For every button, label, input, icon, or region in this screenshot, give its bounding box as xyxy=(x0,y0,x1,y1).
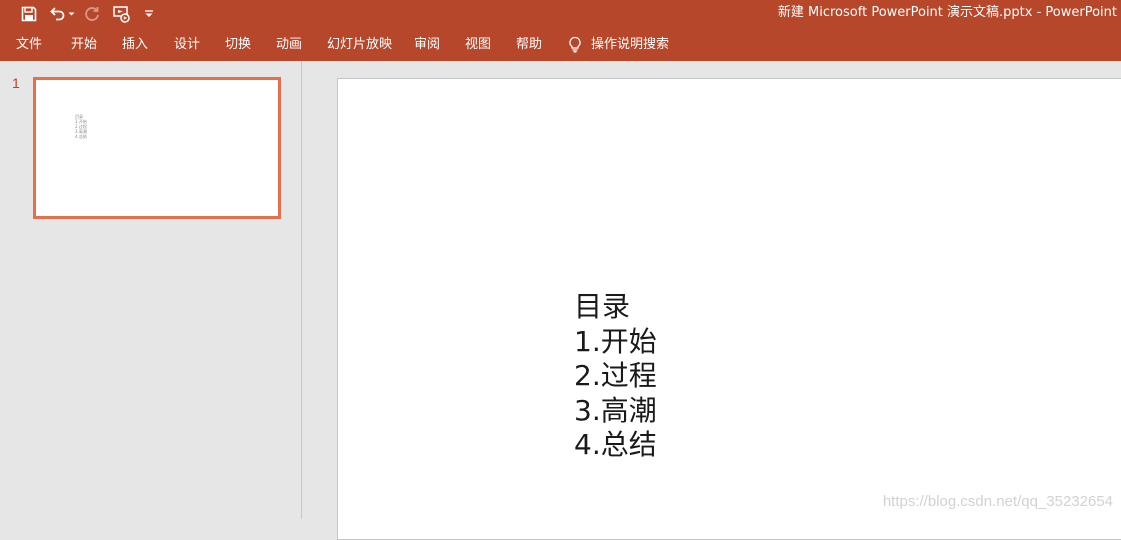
tab-view[interactable]: 视图 xyxy=(465,28,491,61)
slide-number: 1 xyxy=(12,75,20,91)
undo-button[interactable] xyxy=(48,3,76,25)
save-button[interactable] xyxy=(18,3,40,25)
tab-insert[interactable]: 插入 xyxy=(122,28,148,61)
slide-thumbnail-pane: 1 目录 1.开始 2.过程 3.高潮 4.总结 xyxy=(0,61,302,519)
start-slideshow-button[interactable] xyxy=(111,3,133,25)
slide-list-item: 4.总结 xyxy=(574,428,657,461)
slide-thumbnail[interactable]: 目录 1.开始 2.过程 3.高潮 4.总结 xyxy=(33,77,281,219)
slide-text-box[interactable]: 目录 1.开始 2.过程 3.高潮 4.总结 xyxy=(574,290,657,463)
slide-editing-area: 目录 1.开始 2.过程 3.高潮 4.总结 xyxy=(302,61,1121,540)
customize-toolbar-icon xyxy=(145,10,153,17)
tab-review[interactable]: 审阅 xyxy=(414,28,440,61)
customize-toolbar-button[interactable] xyxy=(141,3,157,25)
thumbnail-text: 目录 1.开始 2.过程 3.高潮 4.总结 xyxy=(75,114,87,139)
tab-design[interactable]: 设计 xyxy=(174,28,200,61)
slide-canvas[interactable]: 目录 1.开始 2.过程 3.高潮 4.总结 xyxy=(337,78,1121,540)
tell-me-label: 操作说明搜索 xyxy=(591,37,670,52)
lightbulb-icon xyxy=(569,36,581,53)
undo-icon xyxy=(49,7,64,21)
tab-file[interactable]: 文件 xyxy=(16,28,42,61)
slide-list-item: 1.开始 xyxy=(574,324,657,358)
tell-me-search[interactable]: 操作说明搜索 xyxy=(568,28,669,61)
watermark: https://blog.csdn.net/qq_35232654 xyxy=(882,493,1113,510)
slide-list-item: 2.过程 xyxy=(574,359,657,392)
redo-button[interactable] xyxy=(82,3,102,25)
tab-home[interactable]: 开始 xyxy=(71,28,97,61)
thumbnail-line: 4.总结 xyxy=(75,134,87,139)
window-title: 新建 Microsoft PowerPoint 演示文稿.pptx - Powe… xyxy=(777,5,1117,20)
title-bar: 新建 Microsoft PowerPoint 演示文稿.pptx - Powe… xyxy=(0,0,1121,28)
ribbon-tabs: 文件 开始 插入 设计 切换 动画 幻灯片放映 审阅 视图 帮助 操作说明搜索 xyxy=(0,28,1121,61)
undo-dropdown-icon xyxy=(68,12,74,16)
slide-list-item: 3.高潮 xyxy=(574,393,657,427)
save-icon xyxy=(21,6,37,22)
tab-slideshow[interactable]: 幻灯片放映 xyxy=(327,28,392,61)
tab-animations[interactable]: 动画 xyxy=(276,28,302,61)
tab-help[interactable]: 帮助 xyxy=(516,28,542,61)
slide-heading: 目录 xyxy=(574,290,631,323)
redo-icon xyxy=(85,7,99,21)
start-slideshow-icon xyxy=(113,5,130,23)
tab-transitions[interactable]: 切换 xyxy=(225,28,251,61)
